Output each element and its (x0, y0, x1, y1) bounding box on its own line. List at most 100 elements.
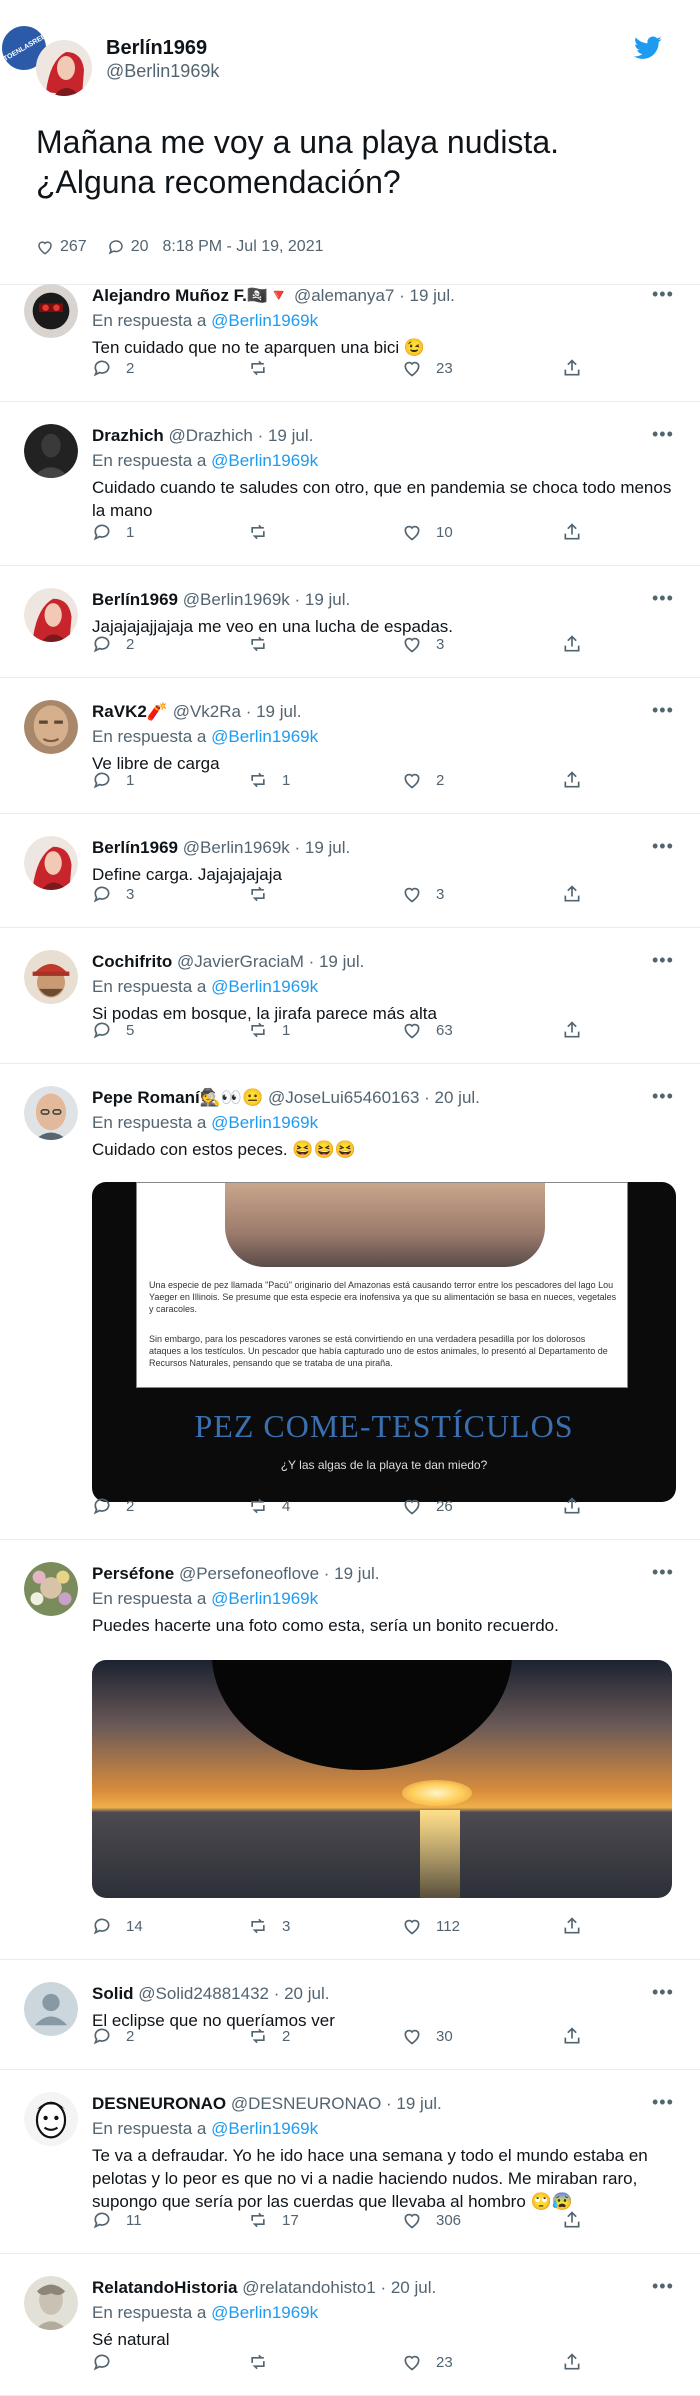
author-name[interactable]: Solid (92, 1984, 134, 2003)
like-action[interactable]: 23 (402, 2352, 453, 2372)
reply-action[interactable]: 2 (92, 1496, 134, 1516)
author-line[interactable]: Cochifrito @JavierGraciaM · 19 jul. (92, 952, 364, 972)
more-icon[interactable]: ••• (652, 284, 674, 305)
reply-tweet[interactable]: Drazhich @Drazhich · 19 jul. ••• En respue… (0, 402, 700, 566)
fish-image[interactable]: Una especie de pez llamada "Pacú" origin… (92, 1182, 676, 1502)
reply-target-link[interactable]: @Berlin1969k (211, 727, 318, 746)
reply-tweet[interactable]: RelatandoHistoria @relatandohisto1 · 20 … (0, 2254, 700, 2396)
like-action[interactable]: 3 (402, 634, 444, 654)
avatar[interactable] (24, 284, 78, 338)
avatar[interactable] (24, 950, 78, 1004)
author-line[interactable]: Berlín1969 @Berlin1969k · 19 jul. (92, 590, 350, 610)
retweet-icon[interactable] (248, 2026, 268, 2046)
share-action[interactable] (562, 2026, 582, 2046)
retweet-icon[interactable] (248, 2352, 268, 2372)
share-action[interactable] (562, 634, 582, 654)
reply-tweet[interactable]: Berlín1969 @Berlin1969k · 19 jul. ••• Jaja… (0, 566, 700, 678)
reply-target-link[interactable]: @Berlin1969k (211, 2119, 318, 2138)
more-icon[interactable]: ••• (652, 1562, 674, 1583)
reply-action[interactable]: 1 (92, 770, 134, 790)
like-action[interactable]: 2 (402, 770, 444, 790)
share-action[interactable] (562, 770, 582, 790)
author-handle[interactable]: @JoseLui65460163 · 20 jul. (268, 1088, 480, 1107)
like-action[interactable]: 112 (402, 1916, 460, 1936)
author-name[interactable]: RaVK2🧨 (92, 702, 168, 721)
author-name[interactable]: Pepe Romaní🕵️👀😐 (92, 1088, 263, 1107)
retweet-action[interactable]: 2 (248, 2026, 290, 2046)
retweet-action[interactable]: 3 (248, 1916, 290, 1936)
more-icon[interactable]: ••• (652, 1982, 674, 2003)
author-handle[interactable]: @JavierGraciaM · 19 jul. (177, 952, 364, 971)
avatar[interactable] (24, 2092, 78, 2146)
share-action[interactable] (562, 2210, 582, 2230)
reply-tweet[interactable]: Perséfone @Persefoneoflove · 19 jul. ••• E… (0, 1540, 700, 1960)
share-action[interactable] (562, 522, 582, 542)
author-handle[interactable]: @Berlin1969k · 19 jul. (183, 838, 351, 857)
author-line[interactable]: Drazhich @Drazhich · 19 jul. (92, 426, 313, 446)
reply-target-link[interactable]: @Berlin1969k (211, 1113, 318, 1132)
reply-target-link[interactable]: @Berlin1969k (211, 451, 318, 470)
author-handle[interactable]: @DESNEURONAO · 19 jul. (231, 2094, 442, 2113)
author-name[interactable]: Cochifrito (92, 952, 172, 971)
reply-icon[interactable] (92, 358, 112, 378)
more-icon[interactable]: ••• (652, 2276, 674, 2297)
share-action[interactable] (562, 1916, 582, 1936)
heart-icon[interactable] (402, 884, 422, 904)
sunset-photo[interactable] (92, 1660, 672, 1898)
author-line[interactable]: Berlín1969 @Berlin1969k · 19 jul. (92, 838, 350, 858)
author-name[interactable]: RelatandoHistoria (92, 2278, 237, 2297)
share-icon[interactable] (562, 1916, 582, 1936)
reply-icon[interactable] (92, 634, 112, 654)
retweet-icon[interactable] (248, 358, 268, 378)
avatar[interactable] (24, 1086, 78, 1140)
author-line[interactable]: DESNEURONAO @DESNEURONAO · 19 jul. (92, 2094, 442, 2114)
heart-icon[interactable] (402, 522, 422, 542)
reply-icon[interactable] (92, 2026, 112, 2046)
share-icon[interactable] (562, 2210, 582, 2230)
author-name[interactable]: Perséfone (92, 1564, 174, 1583)
reply-tweet[interactable]: RaVK2🧨 @Vk2Ra · 19 jul. ••• En respuesta a… (0, 678, 700, 814)
author-handle[interactable]: @Persefoneoflove · 19 jul. (179, 1564, 380, 1583)
reply-target-link[interactable]: @Berlin1969k (211, 311, 318, 330)
retweet-icon[interactable] (248, 522, 268, 542)
more-icon[interactable]: ••• (652, 2092, 674, 2113)
reply-icon[interactable] (92, 2210, 112, 2230)
author-line[interactable]: Perséfone @Persefoneoflove · 19 jul. (92, 1564, 380, 1584)
share-icon[interactable] (562, 2352, 582, 2372)
avatar[interactable] (24, 836, 78, 890)
avatar[interactable] (24, 700, 78, 754)
retweet-action[interactable] (248, 884, 282, 904)
more-icon[interactable]: ••• (652, 700, 674, 721)
heart-icon[interactable] (402, 2026, 422, 2046)
retweet-icon[interactable] (248, 1496, 268, 1516)
reply-icon[interactable] (107, 238, 125, 256)
timestamp[interactable]: 8:18 PM - Jul 19, 2021 (163, 238, 324, 256)
heart-icon[interactable] (402, 770, 422, 790)
retweet-action[interactable]: 4 (248, 1496, 290, 1516)
author-name[interactable]: Berlín1969 (106, 37, 207, 60)
more-icon[interactable]: ••• (652, 424, 674, 445)
reply-tweet[interactable]: Alejandro Muñoz F.🏴‍☠️🔻 @alemanya7 · 19 … (0, 262, 700, 402)
reply-action[interactable]: 2 (92, 2026, 134, 2046)
author-line[interactable]: Pepe Romaní🕵️👀😐 @JoseLui65460163 · 20 ju… (92, 1088, 480, 1108)
author-name[interactable]: Berlín1969 (92, 838, 178, 857)
retweet-action[interactable] (248, 2352, 282, 2372)
reply-icon[interactable] (92, 522, 112, 542)
reply-icon[interactable] (92, 2352, 112, 2372)
reply-icon[interactable] (92, 770, 112, 790)
retweet-action[interactable]: 1 (248, 770, 290, 790)
author-handle[interactable]: @Drazhich · 19 jul. (169, 426, 314, 445)
share-icon[interactable] (562, 1496, 582, 1516)
reply-tweet[interactable]: Pepe Romaní🕵️👀😐 @JoseLui65460163 · 20 ju… (0, 1064, 700, 1540)
more-icon[interactable]: ••• (652, 950, 674, 971)
heart-icon[interactable] (402, 1916, 422, 1936)
share-action[interactable] (562, 1020, 582, 1040)
like-action[interactable]: 306 (402, 2210, 461, 2230)
avatar[interactable] (24, 1982, 78, 2036)
reply-icon[interactable] (92, 884, 112, 904)
author-handle[interactable]: @Berlin1969k · 19 jul. (183, 590, 351, 609)
share-icon[interactable] (562, 522, 582, 542)
author-handle[interactable]: @Solid24881432 · 20 jul. (138, 1984, 329, 2003)
like-action[interactable]: 10 (402, 522, 453, 542)
like-action[interactable]: 63 (402, 1020, 453, 1040)
